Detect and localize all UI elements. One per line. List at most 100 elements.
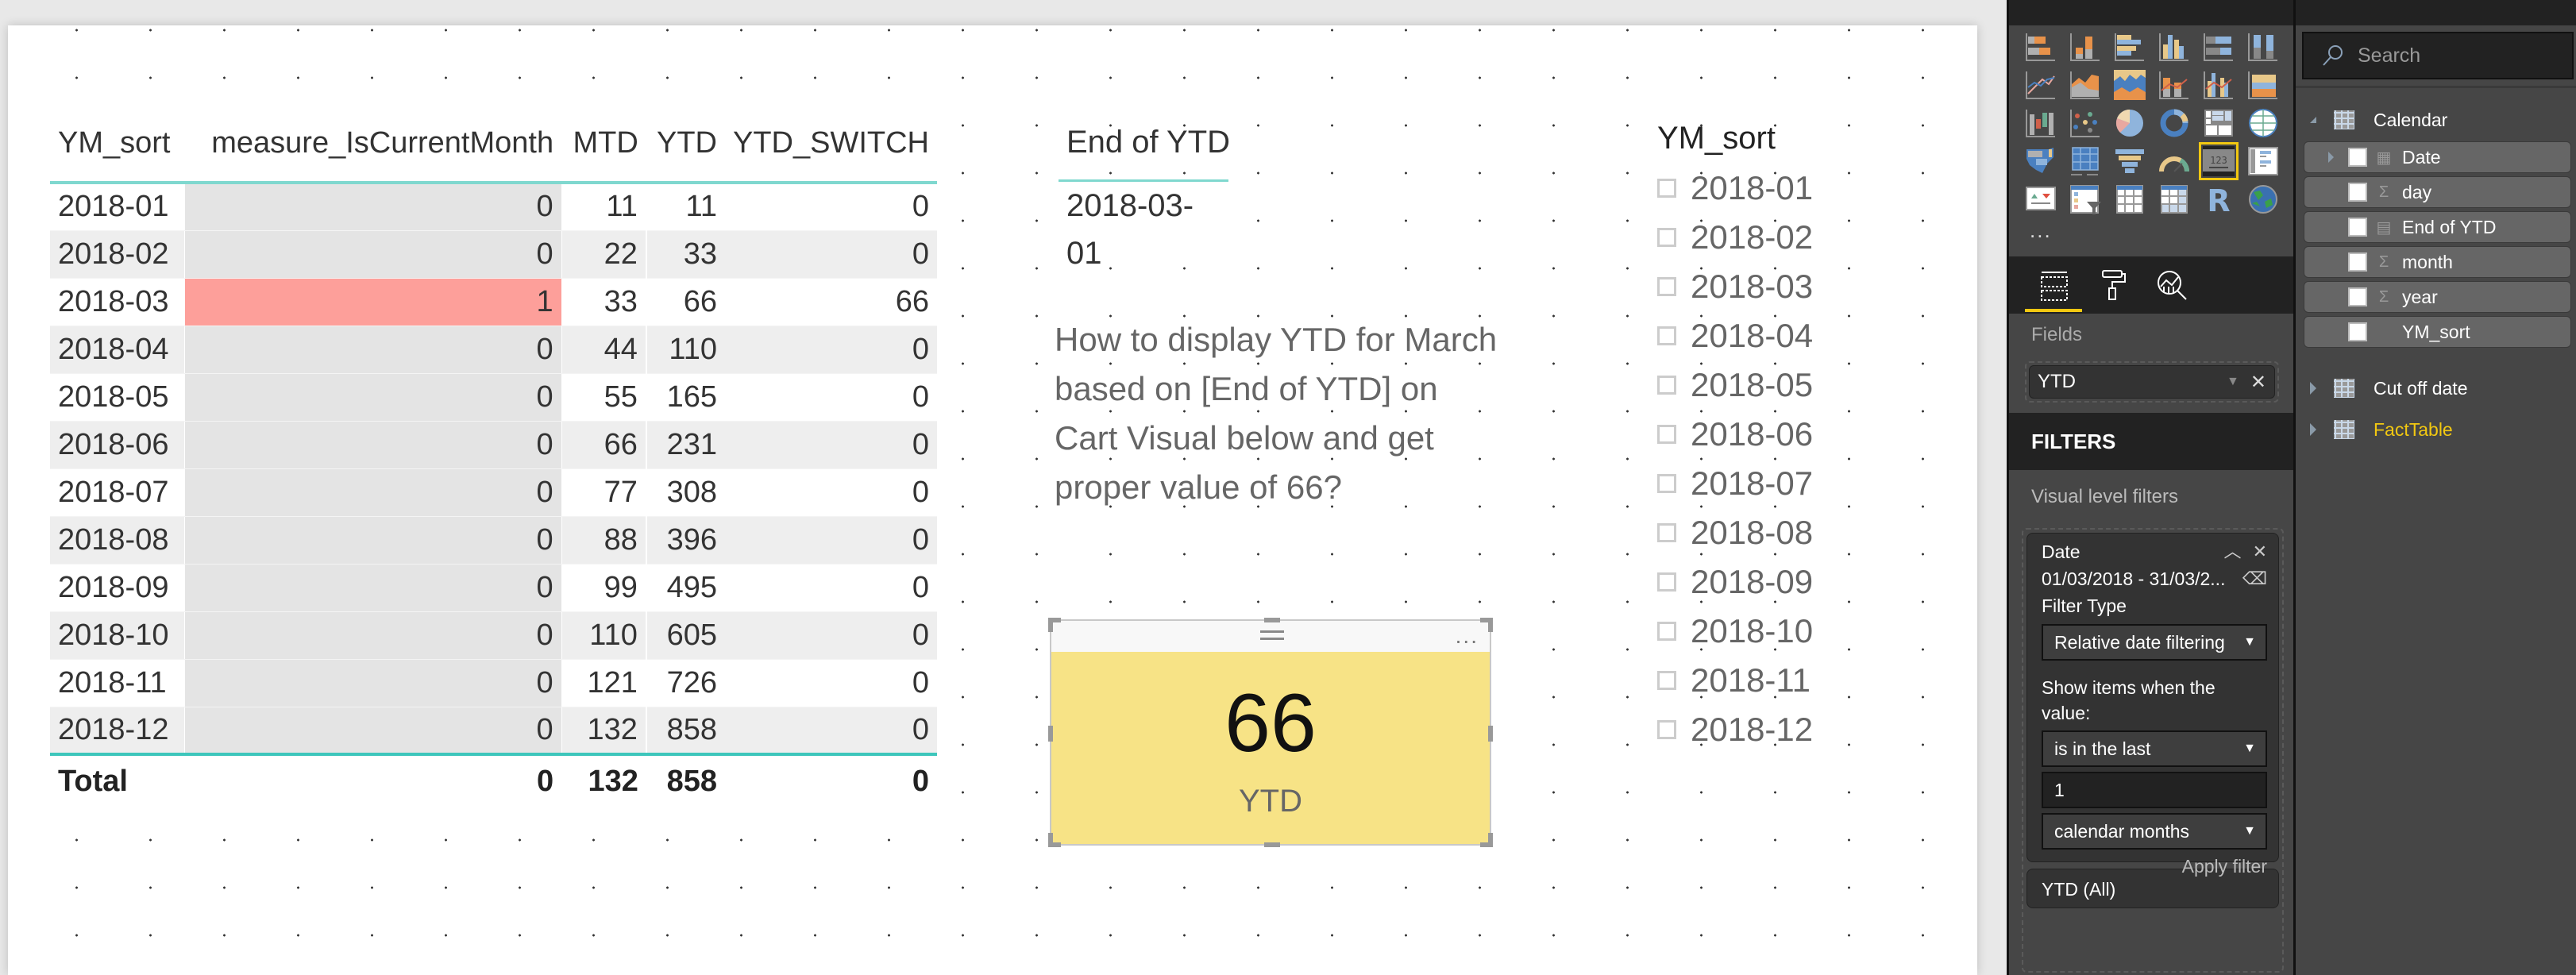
end-of-ytd-visual[interactable]: End of YTD 2018-03-01 [1059,105,1257,271]
arcgis-map-icon[interactable] [2247,184,2279,214]
more-options-icon[interactable]: ... [1456,623,1479,649]
stacked-column-chart-icon[interactable] [2069,32,2101,62]
clustered-column-chart-icon[interactable] [2158,32,2190,62]
filter-type-select[interactable]: Relative date filtering ▼ [2042,624,2267,661]
slicer-item[interactable]: 2018-06 [1657,410,1911,459]
slicer-icon[interactable] [2069,184,2101,214]
shape-map-icon[interactable] [2069,146,2101,176]
more-visuals-icon[interactable]: ... [2009,220,2293,254]
field-well-item[interactable]: YTD ▼ ✕ [2029,365,2275,399]
treemap-icon[interactable] [2203,108,2235,138]
table-row[interactable]: 2018-01 0 11 11 0 [50,183,937,231]
analytics-tab[interactable] [2144,264,2200,306]
funnel-icon[interactable] [2114,146,2146,176]
unit-select[interactable]: calendar months ▼ [2042,813,2267,850]
field-checkbox[interactable] [2348,252,2367,272]
fields-tab[interactable] [2025,264,2082,312]
resize-handle-top-right-v[interactable] [1488,618,1493,632]
table-row[interactable]: 2018-03 1 33 66 66 [50,278,937,326]
column-header-mtd[interactable]: MTD [561,105,646,184]
multi-row-card-icon[interactable] [2247,146,2279,176]
slicer-item[interactable]: 2018-12 [1657,705,1911,754]
table-row[interactable]: 2018-09 0 99 495 0 [50,564,937,612]
table-visual[interactable]: YM_sort measure_IsCurrentMonth MTD YTD Y… [50,105,937,807]
slicer-item[interactable]: 2018-04 [1657,311,1911,360]
slicer-item[interactable]: 2018-11 [1657,656,1911,705]
collapse-chevron-up-icon[interactable]: ︿ [2224,538,2242,565]
kpi-icon[interactable] [2025,184,2057,214]
area-chart-icon[interactable] [2069,70,2101,100]
remove-field-icon[interactable]: ✕ [2250,371,2266,394]
checkbox-icon[interactable] [1657,277,1676,296]
fields-search-input[interactable]: Search [2302,32,2574,79]
question-textbox[interactable]: How to display YTD for March based on [E… [1055,315,1499,512]
table-row[interactable]: 2018-11 0 121 726 0 [50,659,937,707]
resize-handle-top[interactable] [1264,618,1280,622]
resize-handle-left[interactable] [1048,726,1053,742]
collapse-arrow-icon[interactable] [2310,117,2316,123]
column-header-ym-sort[interactable]: YM_sort [50,105,185,184]
field-item[interactable]: Σmonth [2304,246,2571,278]
slicer-item[interactable]: 2018-05 [1657,360,1911,410]
table-row[interactable]: 2018-08 0 88 396 0 [50,516,937,565]
field-item[interactable]: ▤ End of YTD [2304,211,2571,243]
field-checkbox[interactable] [2348,287,2367,306]
donut-chart-icon[interactable] [2158,108,2190,138]
resize-handle-top-left-v[interactable] [1048,618,1053,632]
clustered-bar-chart-icon[interactable] [2114,32,2146,62]
pie-chart-icon[interactable] [2114,108,2146,138]
scatter-chart-icon[interactable] [2069,108,2101,138]
field-item[interactable]: YM_sort [2304,316,2571,348]
checkbox-icon[interactable] [1657,326,1676,345]
checkbox-icon[interactable] [1657,474,1676,493]
slicer-item[interactable]: 2018-10 [1657,607,1911,656]
resize-handle-right[interactable] [1488,726,1493,742]
field-checkbox[interactable] [2348,322,2367,341]
remove-filter-icon[interactable]: ✕ [2253,538,2267,565]
column-header-ytd[interactable]: YTD [646,105,725,184]
field-item[interactable]: Σyear [2304,281,2571,313]
table-row[interactable]: 2018-02 0 22 33 0 [50,230,937,279]
waterfall-chart-icon[interactable] [2025,108,2057,138]
stacked-area-chart-icon[interactable] [2114,70,2146,100]
operator-select[interactable]: is in the last ▼ [2042,730,2267,767]
field-item[interactable]: Σday [2304,176,2571,208]
slicer-item[interactable]: 2018-03 [1657,262,1911,311]
amount-input[interactable]: 1 [2042,772,2267,808]
resize-handle-bottom-left-v[interactable] [1048,833,1053,847]
table-row[interactable]: 2018-05 0 55 165 0 [50,373,937,422]
100-stacked-column-chart-icon[interactable] [2247,32,2279,62]
slicer-item[interactable]: 2018-02 [1657,213,1911,262]
field-item[interactable]: ▦ Date [2304,141,2571,173]
filled-map-icon[interactable] [2025,146,2057,176]
resize-handle-bottom-right-v[interactable] [1488,833,1493,847]
field-checkbox[interactable] [2348,148,2367,167]
checkbox-icon[interactable] [1657,622,1676,641]
table-row[interactable]: 2018-06 0 66 231 0 [50,421,937,469]
100-stacked-bar-chart-icon[interactable] [2203,32,2235,62]
expand-arrow-icon[interactable] [2310,382,2316,395]
ytd-card-visual[interactable]: ... 66 YTD [1048,618,1493,847]
checkbox-icon[interactable] [1657,179,1676,198]
table-row[interactable]: 2018-07 0 77 308 0 [50,468,937,517]
line-chart-icon[interactable] [2025,70,2057,100]
table-icon[interactable] [2114,184,2146,214]
checkbox-icon[interactable] [1657,376,1676,395]
format-tab[interactable] [2084,264,2140,306]
checkbox-icon[interactable] [1657,720,1676,739]
field-table-calendar[interactable]: Calendar [2310,102,2447,138]
resize-handle-bottom[interactable] [1264,842,1280,847]
r-script-visual-icon[interactable]: R [2203,183,2235,218]
chevron-down-icon[interactable]: ▼ [2227,375,2239,389]
ribbon-chart-icon[interactable] [2247,70,2279,100]
matrix-icon[interactable] [2158,184,2190,214]
field-table-facttable[interactable]: FactTable [2310,411,2453,448]
map-icon[interactable] [2247,108,2279,138]
line-and-clustered-column-chart-icon[interactable] [2203,70,2235,100]
slicer-item[interactable]: 2018-07 [1657,459,1911,508]
checkbox-icon[interactable] [1657,228,1676,247]
checkbox-icon[interactable] [1657,425,1676,444]
slicer-item[interactable]: 2018-08 [1657,508,1911,557]
stacked-bar-chart-icon[interactable] [2025,32,2057,62]
eraser-icon[interactable]: ⌫ [2242,565,2267,592]
